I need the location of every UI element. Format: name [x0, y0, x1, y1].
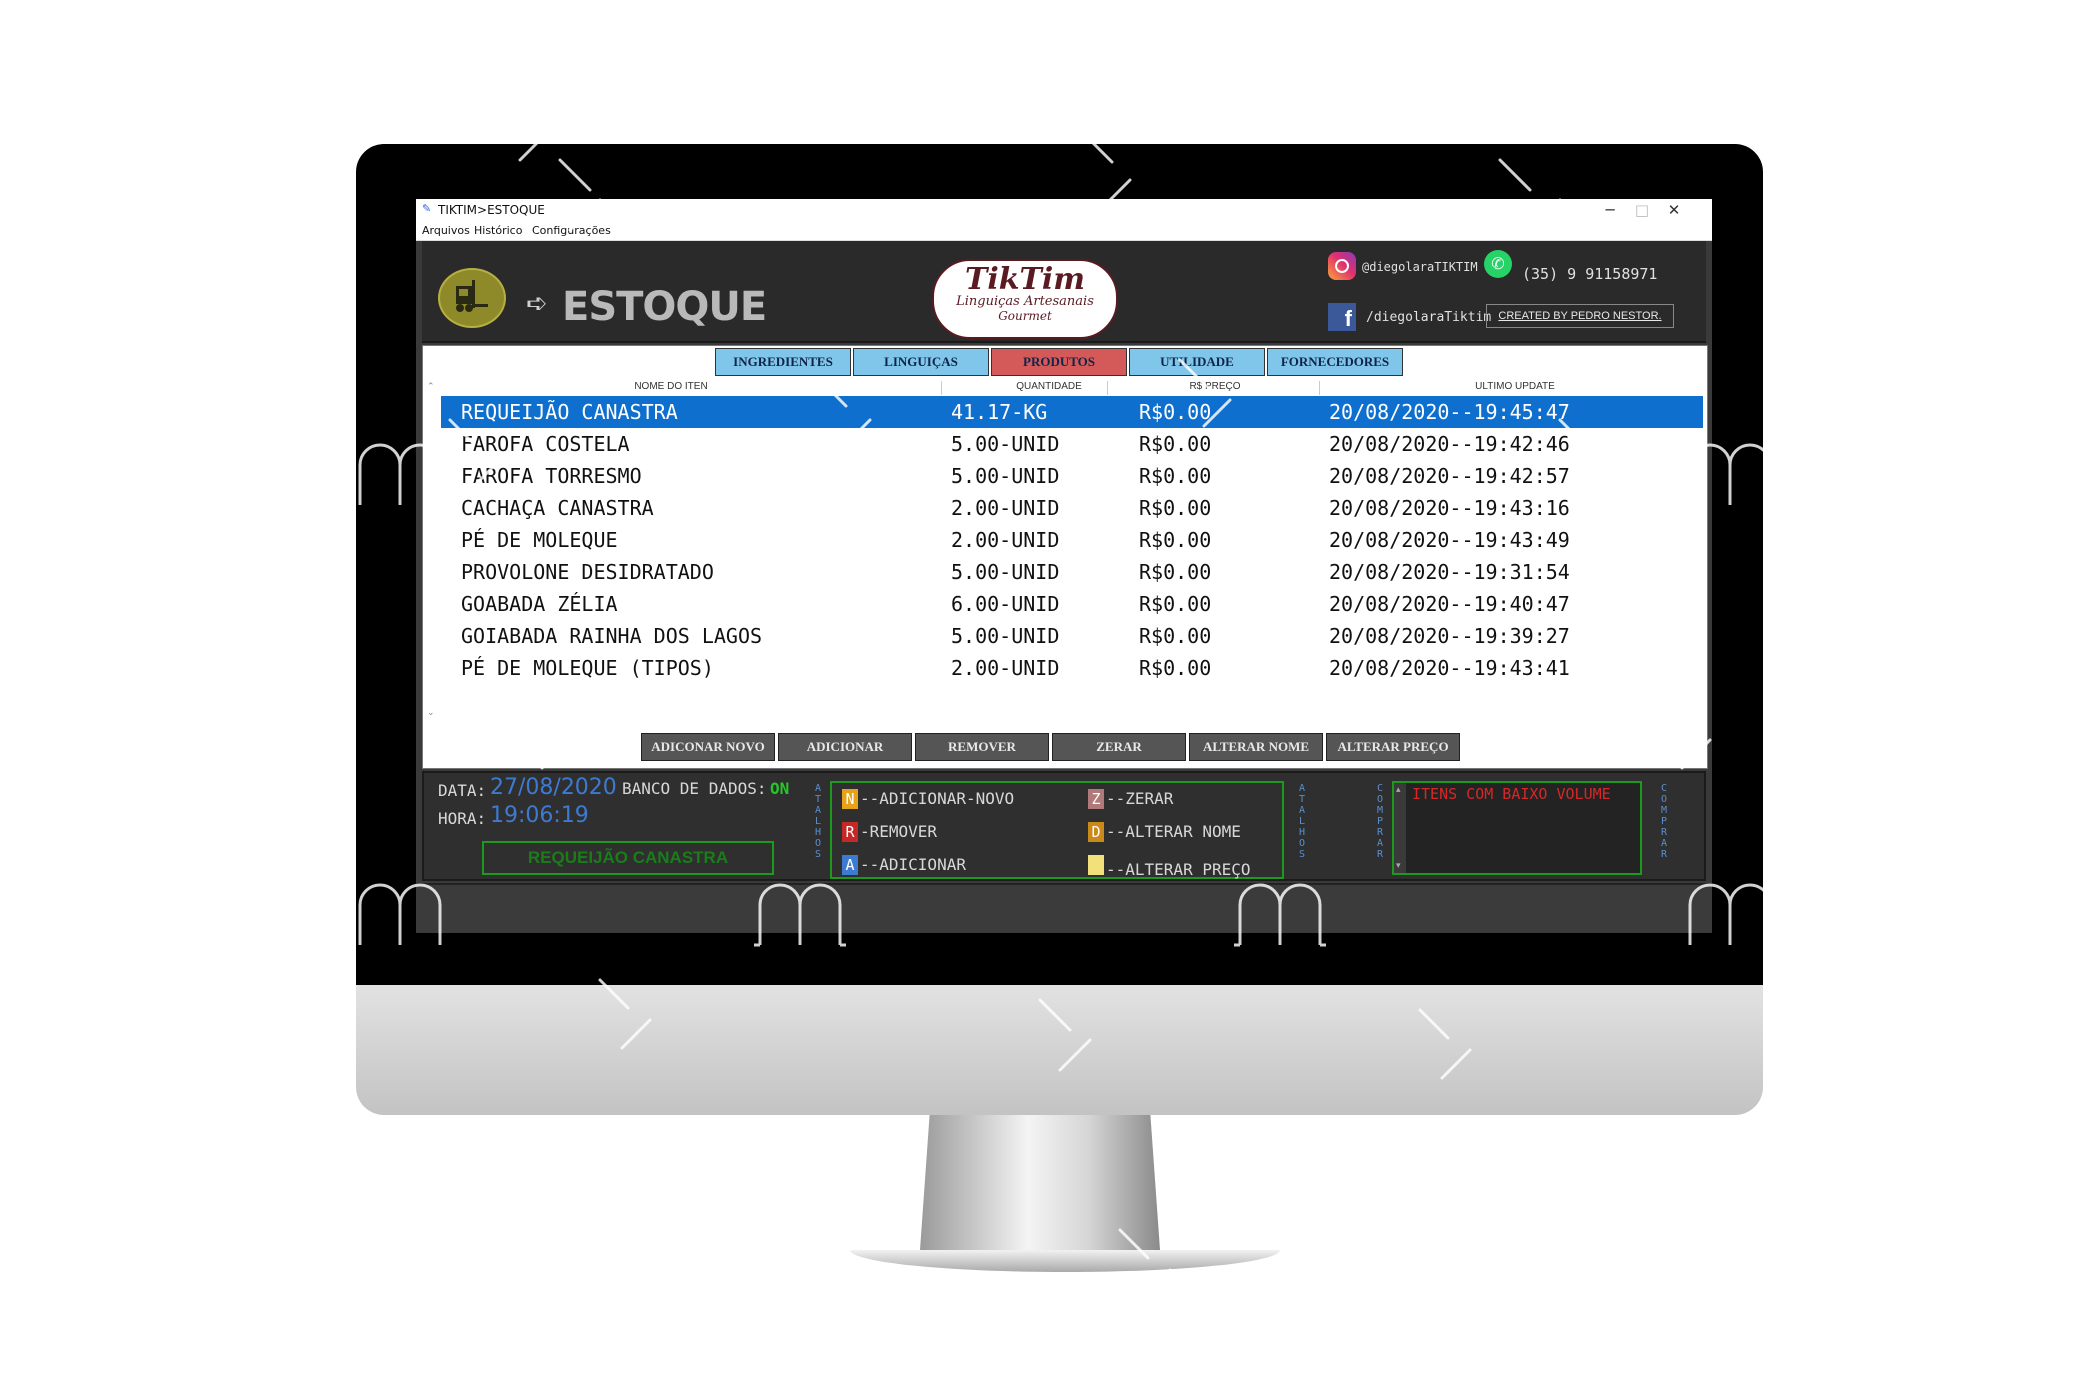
column-header-updated[interactable]: ULTIMO UPDATE — [1475, 381, 1555, 392]
scroll-up-icon[interactable]: ⌃ — [427, 382, 435, 392]
instagram-handle: @diegolaraTIKTIM — [1362, 260, 1478, 274]
logo-tagline-gourmet: Gourmet — [998, 309, 1052, 323]
database-label: BANCO DE DADOS: — [622, 779, 767, 798]
credit-link[interactable]: CREATED BY PEDRO NESTOR. — [1486, 304, 1674, 328]
low-stock-scrollbar[interactable]: ▴ ▾ — [1394, 783, 1406, 873]
table-row[interactable]: GOIABADA RAINHA DOS LAGOS 5.00-UNID R$0.… — [441, 620, 1703, 652]
scroll-up-icon[interactable]: ▴ — [1396, 785, 1401, 795]
shortcut-key — [1088, 855, 1104, 875]
shortcuts-side-label: ATALHOS — [814, 783, 822, 860]
scroll-down-icon[interactable]: ⌄ — [427, 708, 435, 718]
logo-tagline: Linguiças Artesanais — [956, 294, 1094, 309]
facebook-icon: f — [1328, 303, 1356, 331]
shortcut-key: N — [842, 789, 858, 809]
tab-fornecedores[interactable]: FORNECEDORES — [1267, 348, 1403, 376]
shortcut-key: R — [842, 822, 858, 842]
window-footer — [416, 883, 1712, 933]
buy-side-label-right: COMPRAR — [1660, 783, 1668, 860]
close-button[interactable]: ✕ — [1654, 200, 1694, 220]
shortcut-key: Z — [1088, 789, 1104, 809]
table-row[interactable]: PROVOLONE DESIDRATADO 5.00-UNID R$0.00 2… — [441, 556, 1703, 588]
low-stock-title: ITENS COM BAIXO VOLUME — [1412, 785, 1611, 803]
shortcut-add-new: N --ADICIONAR-NOVO — [842, 789, 1014, 809]
current-time: 19:06:19 — [490, 803, 589, 828]
app-window: ✎ TIKTIM>ESTOQUE ─ □ ✕ Arquivos Históric… — [416, 199, 1712, 933]
tab-produtos[interactable]: PRODUTOS — [991, 348, 1127, 376]
shortcut-key: D — [1088, 822, 1104, 842]
shortcuts-panel: N --ADICIONAR-NOVO R -REMOVER A --ADICIONAR… — [830, 781, 1284, 879]
app-header: ➪ ESTOQUE TikTim Linguiças Artesanais Go… — [422, 241, 1706, 343]
change-price-button[interactable]: ALTERAR PREÇO — [1326, 733, 1460, 761]
current-date: 27/08/2020 — [490, 775, 617, 800]
add-button[interactable]: ADICIONAR — [778, 733, 912, 761]
shortcut-change-price: --ALTERAR PREÇO — [1088, 855, 1251, 879]
scroll-down-icon[interactable]: ▾ — [1396, 861, 1401, 871]
reset-button[interactable]: ZERAR — [1052, 733, 1186, 761]
menu-historico[interactable]: Histórico — [474, 224, 522, 237]
table-row[interactable]: FAROFA TORRESMO 5.00-UNID R$0.00 20/08/2… — [441, 460, 1703, 492]
title-bar: ✎ TIKTIM>ESTOQUE ─ □ ✕ — [416, 199, 1712, 221]
remove-button[interactable]: REMOVER — [915, 733, 1049, 761]
monitor-base — [850, 1250, 1280, 1272]
table-row[interactable]: FAROFA COSTELA 5.00-UNID R$0.00 20/08/20… — [441, 428, 1703, 460]
table-row[interactable]: CACHAÇA CANASTRA 2.00-UNID R$0.00 20/08/… — [441, 492, 1703, 524]
whatsapp-icon: ✆ — [1484, 250, 1512, 278]
menu-bar: Arquivos Histórico Configurações — [416, 221, 1712, 241]
monitor-stand — [920, 1115, 1160, 1250]
shortcut-rename: D --ALTERAR NOME — [1088, 822, 1241, 842]
feather-icon: ✎ — [422, 202, 432, 215]
selected-item-display: REQUEIJÃO CANASTRA — [482, 841, 774, 875]
window-title: TIKTIM>ESTOQUE — [438, 203, 545, 217]
tab-utilidade[interactable]: UTILIDADE — [1129, 348, 1265, 376]
forklift-icon — [438, 268, 506, 328]
shortcut-reset: Z --ZERAR — [1088, 789, 1173, 809]
table-header: NOME DO ITEN QUANTIDADE R$ PREÇO ULTIMO … — [441, 381, 1701, 395]
page-title: ESTOQUE — [562, 284, 767, 330]
low-stock-list[interactable]: ▴ ▾ ITENS COM BAIXO VOLUME — [1392, 781, 1642, 875]
column-header-quantity[interactable]: QUANTIDADE — [1016, 381, 1082, 392]
category-tabs: INGREDIENTES LINGUIÇAS PRODUTOS UTILIDAD… — [715, 348, 1405, 376]
shortcuts-side-label-right: ATALHOS — [1298, 783, 1306, 860]
tab-linguicas[interactable]: LINGUIÇAS — [853, 348, 989, 376]
shortcut-add: A --ADICIONAR — [842, 855, 966, 875]
monitor-chin — [356, 985, 1763, 1115]
inventory-table: REQUEIJÃO CANASTRA 41.17-KG R$0.00 20/08… — [441, 396, 1703, 714]
action-bar: ADICONAR NOVO ADICIONAR REMOVER ZERAR AL… — [641, 733, 1463, 761]
rename-button[interactable]: ALTERAR NOME — [1189, 733, 1323, 761]
inventory-panel: INGREDIENTES LINGUIÇAS PRODUTOS UTILIDAD… — [422, 345, 1708, 769]
instagram-icon — [1328, 252, 1356, 280]
menu-arquivos[interactable]: Arquivos — [422, 224, 470, 237]
date-label: DATA: — [438, 781, 487, 800]
column-header-name[interactable]: NOME DO ITEN — [634, 381, 707, 392]
shortcut-remove: R -REMOVER — [842, 822, 937, 842]
menu-configuracoes[interactable]: Configurações — [532, 224, 611, 237]
brand-logo: TikTim Linguiças Artesanais Gourmet — [932, 259, 1118, 339]
database-status: ON — [770, 779, 790, 798]
table-row[interactable]: PÉ DE MOLEQUE 2.00-UNID R$0.00 20/08/202… — [441, 524, 1703, 556]
table-row[interactable]: GOABADA ZÉLIA 6.00-UNID R$0.00 20/08/202… — [441, 588, 1703, 620]
time-label: HORA: — [438, 809, 487, 828]
table-row[interactable]: REQUEIJÃO CANASTRA 41.17-KG R$0.00 20/08… — [441, 396, 1703, 428]
buy-side-label: COMPRAR — [1376, 783, 1384, 860]
column-header-price[interactable]: R$ PREÇO — [1189, 381, 1240, 392]
whatsapp-number: (35) 9 91158971 — [1522, 265, 1658, 283]
arrow-right-icon: ➪ — [526, 289, 548, 319]
tab-ingredientes[interactable]: INGREDIENTES — [715, 348, 851, 376]
shortcut-key: A — [842, 855, 858, 875]
table-row[interactable]: PÉ DE MOLEQUE (TIPOS) 2.00-UNID R$0.00 2… — [441, 652, 1703, 684]
add-new-button[interactable]: ADICONAR NOVO — [641, 733, 775, 761]
facebook-handle: /diegolaraTiktim — [1366, 310, 1492, 325]
logo-name: TikTim — [965, 262, 1085, 297]
status-panel: DATA: 27/08/2020 BANCO DE DADOS: ON HORA… — [422, 771, 1706, 881]
